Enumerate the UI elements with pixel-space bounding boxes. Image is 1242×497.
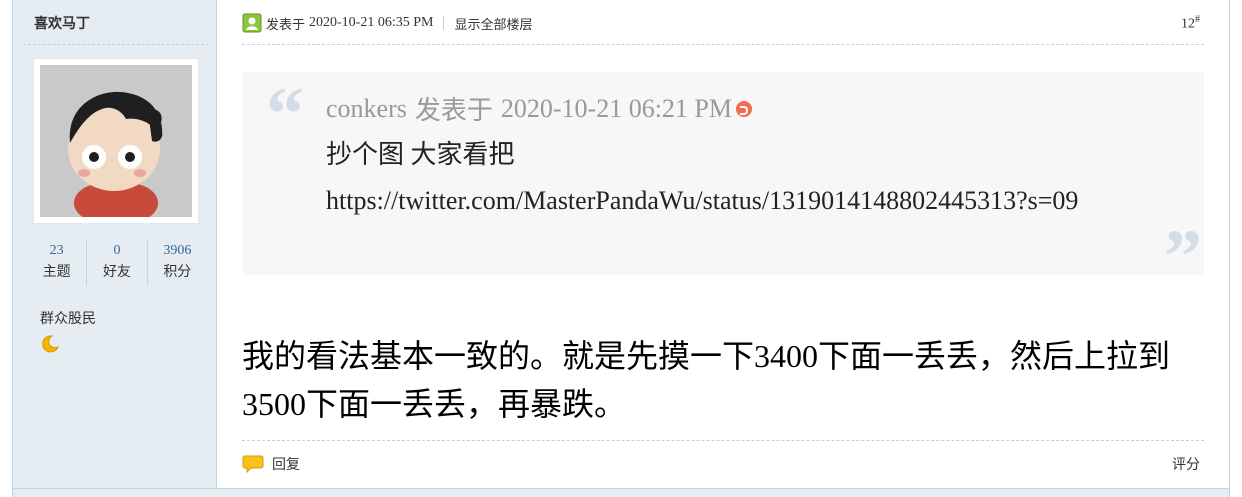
floor-mark: # (1195, 14, 1200, 25)
stat-label: 好友 (102, 264, 131, 280)
floor-number[interactable]: 12# (1181, 14, 1200, 33)
open-quote-mark: “ (266, 72, 304, 156)
quote-block: “ conkers 发表于 2020-10-21 06:21 PM 抄个图 大家… (242, 72, 1204, 295)
forum-post: 喜欢马丁 23 主题 0 好友 3906 积分 群众股民 发表于 2020-10… (12, 0, 1230, 497)
moon-rank-icon (42, 335, 60, 353)
avatar[interactable] (33, 58, 199, 224)
sidebar-divider (23, 44, 209, 45)
post-footer: 回复 评分 (242, 452, 1204, 476)
stat-threads[interactable]: 23 主题 (27, 240, 88, 286)
post-bottom-border (13, 488, 1229, 497)
author-name[interactable]: 喜欢马丁 (34, 13, 90, 33)
quote-meta: conkers 发表于 2020-10-21 06:21 PM (326, 90, 752, 127)
quote-link[interactable]: https://twitter.com/MasterPandaWu/status… (326, 178, 1126, 224)
quote-line: 抄个图 大家看把 (326, 140, 515, 169)
reply-line: 3500下面一丢丢，再暴跌。 (242, 386, 627, 422)
stat-friends[interactable]: 0 好友 (87, 240, 148, 286)
avatar-image (40, 65, 192, 217)
author-stats: 23 主题 0 好友 3906 积分 (27, 240, 207, 286)
header-separator (443, 16, 445, 30)
post-date: 2020-10-21 06:35 PM (309, 15, 434, 30)
author-sidebar: 喜欢马丁 23 主题 0 好友 3906 积分 群众股民 (13, 0, 217, 488)
stat-value: 0 (113, 243, 121, 258)
reply-icon[interactable] (242, 454, 264, 474)
header-divider (242, 44, 1204, 45)
reply-button[interactable]: 回复 (272, 454, 300, 474)
stat-points[interactable]: 3906 积分 (148, 240, 207, 286)
close-quote-mark: ” (1164, 215, 1202, 299)
post-content: 发表于 2020-10-21 06:35 PM 显示全部楼层 12# “ con… (242, 0, 1208, 488)
posted-label: 发表于 (266, 17, 306, 33)
reply-text: 我的看法基本一致的。就是先摸一下3400下面一丢丢，然后上拉到 3500下面一丢… (242, 332, 1204, 428)
quote-date: 2020-10-21 06:21 PM (500, 93, 732, 123)
show-all-floors-link[interactable]: 显示全部楼层 (454, 14, 532, 33)
stat-value: 23 (49, 243, 64, 258)
quote-body: 抄个图 大家看把 https://twitter.com/MasterPanda… (326, 132, 1126, 224)
floor-number-value: 12 (1181, 16, 1195, 32)
rate-button[interactable]: 评分 (1172, 454, 1200, 474)
quote-posted-label: 发表于 (414, 96, 493, 125)
stat-label: 主题 (42, 264, 71, 280)
go-to-post-icon[interactable] (736, 100, 752, 117)
footer-divider (242, 440, 1204, 441)
post-header: 发表于 2020-10-21 06:35 PM 显示全部楼层 12# (242, 12, 1204, 34)
user-group[interactable]: 群众股民 (40, 308, 96, 328)
online-status-icon (242, 13, 262, 33)
stat-label: 积分 (163, 264, 192, 280)
quote-author: conkers (326, 93, 407, 123)
stat-value: 3906 (163, 243, 192, 258)
reply-line: 我的看法基本一致的。就是先摸一下3400下面一丢丢，然后上拉到 (242, 338, 1171, 374)
